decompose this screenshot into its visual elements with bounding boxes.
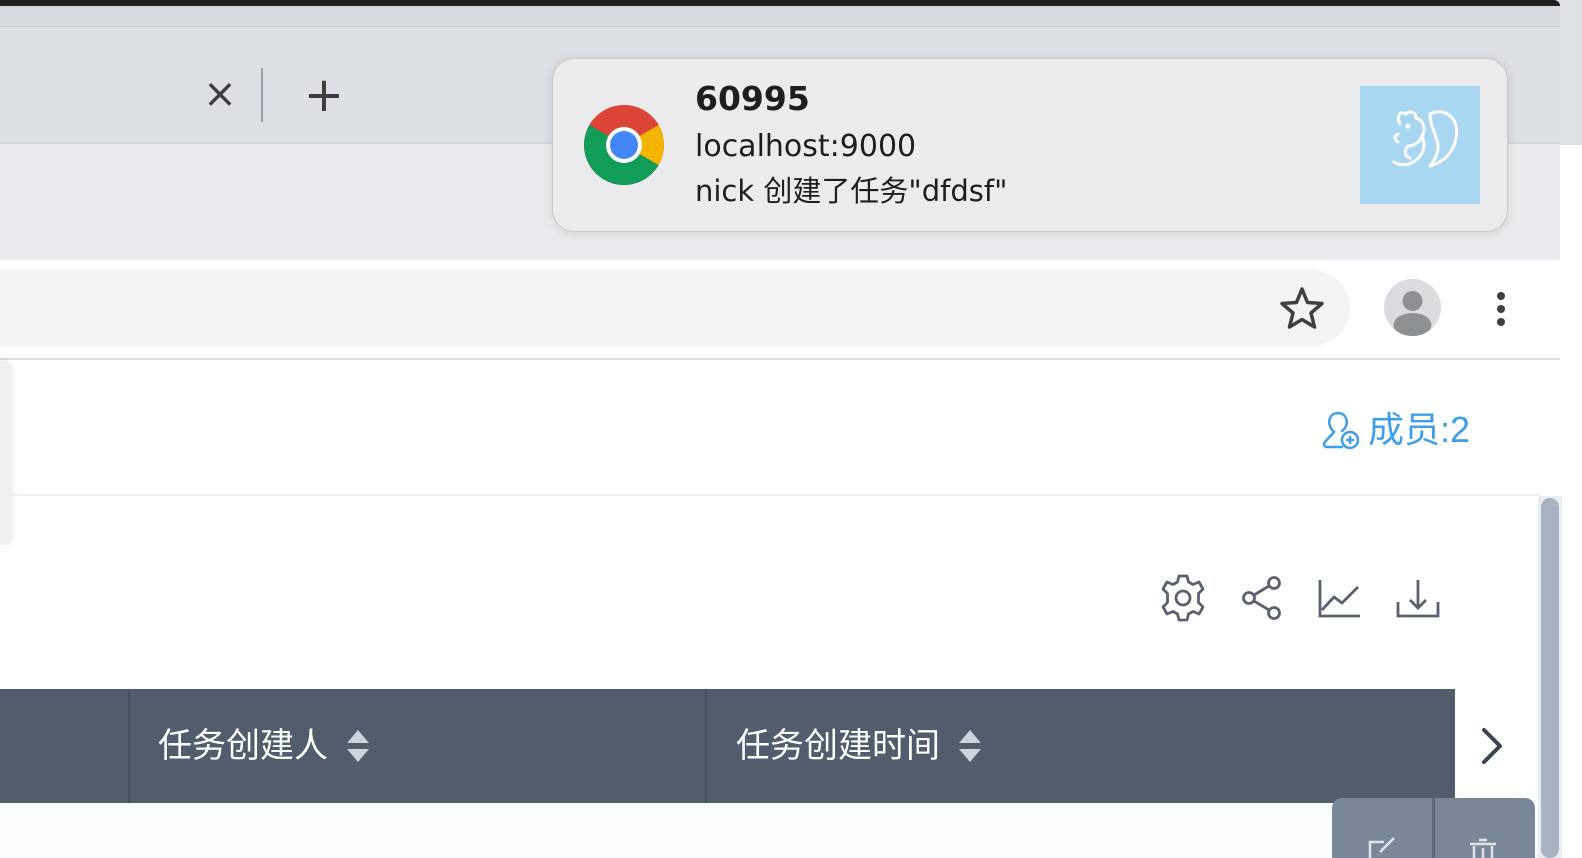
notification-title: 60995 bbox=[695, 79, 810, 118]
chevron-right-icon[interactable] bbox=[1470, 722, 1514, 770]
column-label: 任务创建时间 bbox=[736, 727, 940, 765]
notification-image bbox=[1360, 86, 1480, 204]
row-action-panel bbox=[1332, 798, 1535, 858]
sort-icon[interactable] bbox=[346, 728, 370, 764]
header-divider bbox=[0, 494, 1540, 496]
action-separator bbox=[1432, 798, 1435, 858]
browser-menu-icon[interactable] bbox=[1490, 288, 1512, 330]
tab-separator bbox=[261, 68, 263, 122]
chrome-icon bbox=[584, 105, 664, 185]
sort-icon[interactable] bbox=[958, 728, 982, 764]
settings-gear-icon[interactable] bbox=[1157, 572, 1209, 624]
window-title-area bbox=[0, 6, 1560, 27]
notification-origin: localhost:9000 bbox=[695, 129, 917, 164]
user-add-icon bbox=[1322, 411, 1360, 450]
address-bar[interactable] bbox=[0, 270, 1350, 346]
bookmark-star-icon[interactable] bbox=[1278, 284, 1326, 332]
side-panel-edge bbox=[0, 360, 10, 545]
members-label: 成员:2 bbox=[1368, 409, 1471, 450]
line-chart-icon[interactable] bbox=[1314, 572, 1366, 624]
download-icon[interactable] bbox=[1392, 572, 1444, 624]
column-header-creator[interactable]: 任务创建人 bbox=[158, 689, 370, 803]
column-divider bbox=[705, 689, 707, 803]
profile-avatar-icon[interactable] bbox=[1384, 279, 1441, 336]
edit-icon[interactable] bbox=[1366, 836, 1400, 858]
squirrel-icon bbox=[1392, 110, 1459, 168]
share-icon[interactable] bbox=[1237, 572, 1289, 624]
tab-close-icon[interactable]: × bbox=[200, 72, 240, 116]
table-row bbox=[0, 803, 1455, 858]
members-button[interactable]: 成员:2 bbox=[1320, 402, 1470, 458]
notification-message: nick 创建了任务"dfdsf" bbox=[695, 174, 1008, 208]
column-label: 任务创建人 bbox=[158, 727, 328, 765]
new-tab-icon[interactable]: + bbox=[300, 70, 348, 120]
scrollbar-thumb[interactable] bbox=[1541, 498, 1559, 858]
column-divider bbox=[128, 689, 130, 803]
table-header: 任务创建人 任务创建时间 bbox=[0, 689, 1455, 803]
delete-icon[interactable] bbox=[1466, 838, 1500, 858]
column-header-created-time[interactable]: 任务创建时间 bbox=[736, 689, 982, 803]
